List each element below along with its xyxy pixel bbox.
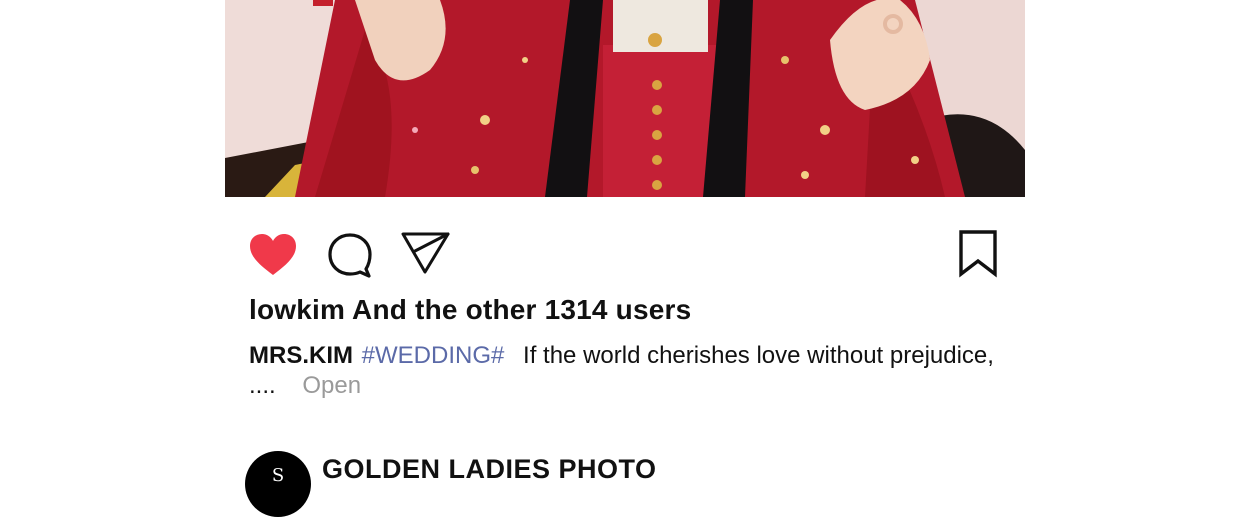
account-name[interactable]: GOLDEN LADIES PHOTO [322, 454, 657, 485]
caption-username[interactable]: MRS.KIM [249, 342, 353, 369]
post-caption: MRS.KIM #WEDDING# If the world cherishes… [249, 341, 1009, 401]
next-post-header: S GOLDEN LADIES PHOTO [245, 451, 945, 517]
paper-plane-icon[interactable] [400, 230, 452, 276]
avatar[interactable]: S [245, 451, 311, 517]
caption-hashtag[interactable]: #WEDDING# [362, 342, 505, 369]
post-photo[interactable] [225, 0, 1025, 197]
heart-icon[interactable] [248, 232, 298, 278]
speech-bubble-icon[interactable] [326, 231, 374, 279]
caption-open-link[interactable]: Open [302, 372, 361, 399]
likes-summary[interactable]: lowkim And the other 1314 users [249, 294, 691, 326]
post-photo-illustration [225, 0, 1025, 197]
bookmark-icon[interactable] [957, 229, 999, 279]
